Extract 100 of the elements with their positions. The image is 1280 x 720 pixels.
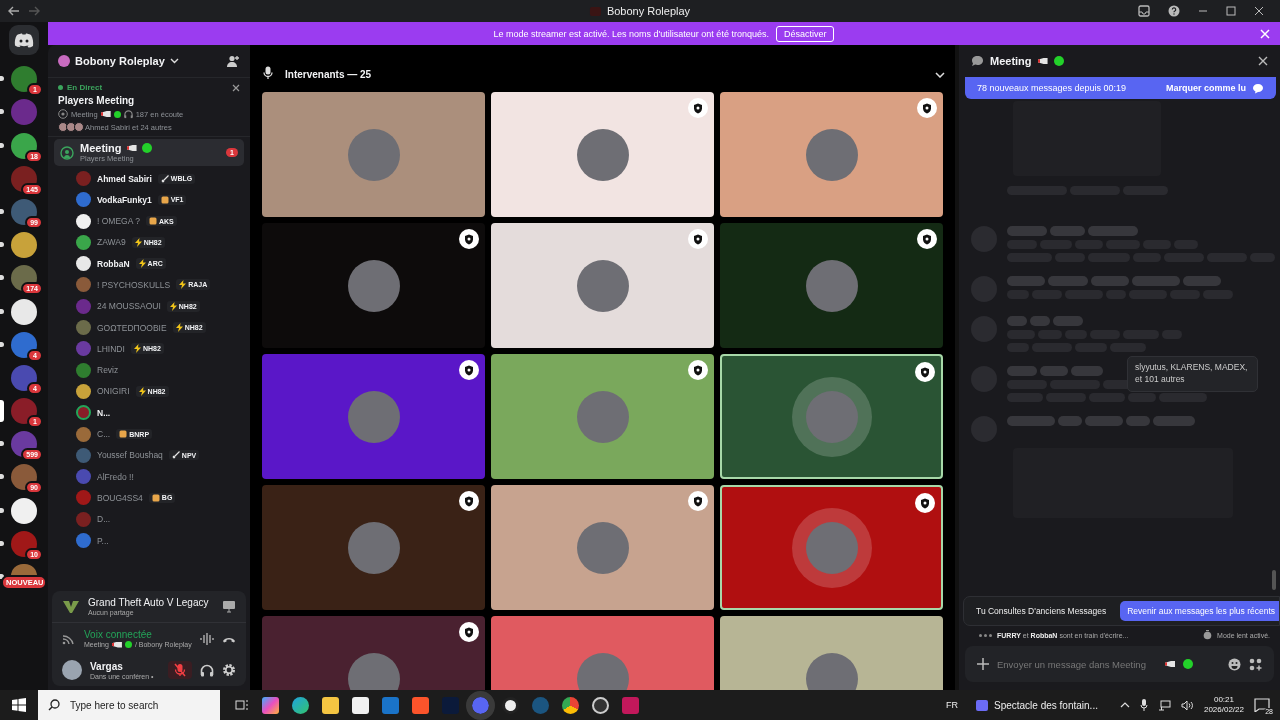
participant-tile[interactable] xyxy=(720,354,943,479)
member-name[interactable]: N... xyxy=(97,407,111,418)
member-name[interactable]: ! PSYCHOSKULLS xyxy=(97,280,171,290)
disable-button[interactable]: Désactiver xyxy=(775,25,835,42)
microphone-button[interactable] xyxy=(168,661,192,679)
mail-app-icon[interactable] xyxy=(382,696,399,714)
language-indicator[interactable]: FR xyxy=(946,700,958,710)
member-name[interactable]: Reviz xyxy=(97,365,119,376)
chevron-down-icon[interactable] xyxy=(169,58,179,64)
member-name[interactable]: GOΩTEDΠOOBIE xyxy=(97,322,167,333)
search-input[interactable]: Type here to search xyxy=(70,699,210,711)
member-name[interactable]: Ahmed Sabiri xyxy=(97,173,152,184)
volume-icon[interactable] xyxy=(1180,699,1194,711)
close-icon[interactable] xyxy=(1258,56,1268,66)
user-avatar[interactable] xyxy=(76,383,91,399)
member-name[interactable]: ONIGIRI xyxy=(97,386,130,397)
clock-date[interactable]: 2026/02/22 xyxy=(1203,705,1244,715)
member-name[interactable]: C... xyxy=(97,429,111,440)
member-name[interactable]: ! OMEGA ? xyxy=(97,216,140,227)
server-avatar[interactable] xyxy=(11,431,37,458)
plus-icon[interactable] xyxy=(977,658,989,670)
emoji-icon[interactable] xyxy=(1228,657,1241,671)
scrollbar-thumb[interactable] xyxy=(1272,570,1276,590)
mark-read-icon[interactable] xyxy=(1252,82,1264,94)
inbox-icon[interactable] xyxy=(1138,5,1150,17)
chevron-up-icon[interactable] xyxy=(1119,702,1130,708)
lightning-icon xyxy=(133,344,141,354)
microphone-icon[interactable] xyxy=(1139,699,1148,711)
voice-status: Voix connectée xyxy=(84,629,153,640)
browser-app-icon[interactable] xyxy=(292,696,309,714)
participant-tile[interactable] xyxy=(262,354,485,479)
jump-to-present-button[interactable]: Revenir aux messages les plus récents xyxy=(1120,601,1279,621)
server-avatar[interactable] xyxy=(11,497,37,524)
soundboard-icon[interactable] xyxy=(200,632,214,645)
maximize-icon[interactable] xyxy=(1226,6,1236,16)
server-avatar[interactable] xyxy=(11,132,37,159)
member-name[interactable]: BOUG4SS4 xyxy=(97,492,143,503)
typing-indicator-icon xyxy=(979,633,992,637)
member-name[interactable]: P... xyxy=(97,535,109,546)
discord-home-button[interactable] xyxy=(9,25,39,55)
chrome-app-icon[interactable] xyxy=(562,696,579,714)
member-name[interactable]: ZAWA9 xyxy=(97,237,126,248)
recorder-app-icon[interactable] xyxy=(592,696,609,714)
mark-as-read-link[interactable]: Marquer comme lu xyxy=(1165,83,1246,93)
server-avatar[interactable] xyxy=(11,364,37,391)
server-avatar[interactable] xyxy=(11,530,37,557)
member-name[interactable]: 24 MOUSSAOUI xyxy=(97,301,161,312)
settings-icon[interactable] xyxy=(222,663,236,677)
lightning-icon xyxy=(175,323,183,333)
headphones-icon[interactable] xyxy=(200,663,214,677)
message-input[interactable]: Envoyer un message dans Meeting xyxy=(997,658,1157,670)
member-name[interactable]: RobbaN xyxy=(97,258,130,269)
clock-time[interactable]: 00:21 xyxy=(1213,695,1234,705)
participant-tile[interactable] xyxy=(262,485,485,610)
user-avatar[interactable] xyxy=(76,256,91,272)
copilot-app-icon[interactable] xyxy=(262,696,279,714)
server-avatar[interactable] xyxy=(11,298,37,325)
add-people-icon[interactable] xyxy=(226,54,240,68)
participant-tile[interactable] xyxy=(262,223,485,348)
taskbar-search-bar[interactable]: Type here to search xyxy=(38,690,220,720)
server-avatar[interactable] xyxy=(11,232,37,259)
screen-share-icon[interactable] xyxy=(222,600,236,613)
member-name[interactable]: Youssef Boushaq xyxy=(97,450,163,461)
task-view-icon[interactable] xyxy=(235,699,249,711)
close-icon[interactable] xyxy=(232,83,240,92)
new-messages-bar[interactable]: 78 nouveaux messages depuis 00:19 Marquer comme lu xyxy=(965,77,1276,99)
folder-app-icon[interactable] xyxy=(322,696,339,714)
server-avatar[interactable] xyxy=(11,331,37,358)
server-avatar[interactable] xyxy=(11,165,37,192)
network-icon[interactable] xyxy=(1157,699,1171,711)
participant-tile[interactable] xyxy=(720,92,943,217)
letter-app-icon[interactable] xyxy=(622,696,639,714)
apps-icon[interactable] xyxy=(1249,657,1262,671)
circle-app-icon[interactable] xyxy=(502,696,519,714)
back-icon[interactable] xyxy=(8,6,20,16)
shield-app-icon[interactable] xyxy=(412,696,429,714)
channel-name: Meeting xyxy=(990,55,1032,67)
play-icon xyxy=(976,699,988,711)
member-name[interactable]: VodkaFunky1 xyxy=(97,194,152,205)
participant-tile[interactable] xyxy=(720,485,943,610)
participant-tile[interactable] xyxy=(491,92,714,217)
member-name[interactable]: AlFredo !! xyxy=(97,471,134,482)
member-name[interactable]: LHINDI xyxy=(97,343,125,354)
participant-tile[interactable] xyxy=(720,223,943,348)
server-avatar[interactable] xyxy=(11,464,37,491)
help-icon[interactable] xyxy=(1168,5,1180,17)
server-name[interactable]: Bobony Roleplay xyxy=(75,55,165,67)
store-app-icon[interactable] xyxy=(352,696,369,714)
member-name[interactable]: D... xyxy=(97,514,111,525)
user-avatar[interactable] xyxy=(62,660,82,680)
participant-tile[interactable] xyxy=(491,354,714,479)
chevron-down-icon[interactable] xyxy=(935,72,945,78)
participant-tile[interactable] xyxy=(491,485,714,610)
participant-tile[interactable] xyxy=(262,92,485,217)
close-icon[interactable] xyxy=(1254,6,1264,16)
server-avatar[interactable] xyxy=(11,198,37,225)
participant-tile[interactable] xyxy=(491,223,714,348)
windows-start-icon[interactable] xyxy=(12,698,26,712)
user-avatar[interactable] xyxy=(76,234,91,250)
user-avatar[interactable] xyxy=(76,213,91,229)
